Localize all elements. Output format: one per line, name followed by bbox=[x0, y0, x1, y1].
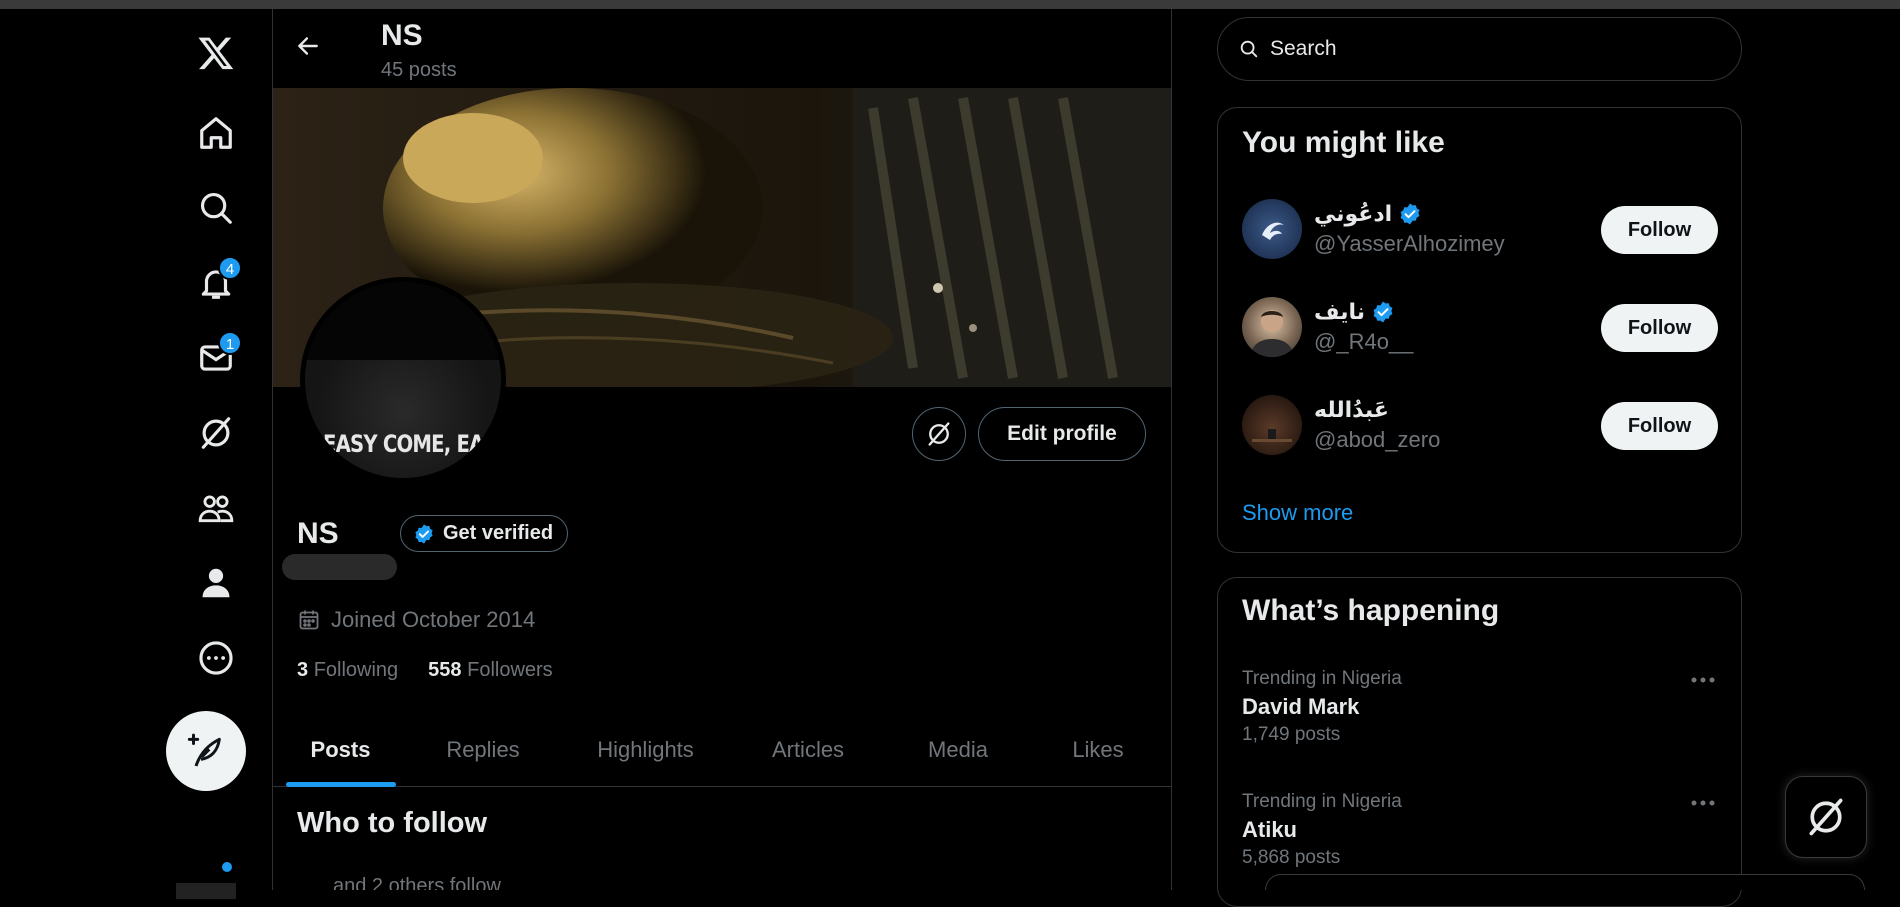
suggestion-name: عَبدُالله bbox=[1314, 397, 1389, 422]
window-top-strip bbox=[0, 0, 1900, 9]
compose-feather-icon bbox=[187, 733, 221, 767]
you-might-like-title: You might like bbox=[1242, 126, 1445, 159]
edit-profile-button[interactable]: Edit profile bbox=[978, 407, 1146, 461]
grok-icon bbox=[928, 422, 950, 446]
get-verified-label: Get verified bbox=[443, 522, 554, 544]
header-profile-name: NS bbox=[381, 19, 423, 52]
more-icon[interactable] bbox=[182, 624, 250, 692]
avatar bbox=[1242, 297, 1302, 357]
avatar-caption: EASY COME, EASY GO bbox=[323, 430, 506, 458]
search-box[interactable] bbox=[1217, 17, 1742, 81]
search-icon bbox=[1240, 40, 1258, 58]
you-might-like-card: You might like ادعُوني @YasserAlhozimey … bbox=[1217, 107, 1742, 553]
compose-post-button[interactable] bbox=[166, 711, 246, 791]
communities-icon[interactable] bbox=[182, 474, 250, 542]
trend-item[interactable]: Trending in Nigeria Atiku 5,868 posts bbox=[1242, 791, 1718, 869]
profile-name: NS bbox=[297, 517, 339, 550]
suggestion-handle: @_R4o__ bbox=[1314, 329, 1414, 354]
messages-drawer-peek[interactable] bbox=[1265, 874, 1865, 890]
profile-icon[interactable] bbox=[182, 549, 250, 617]
search-input[interactable] bbox=[1270, 37, 1710, 61]
avatar bbox=[1242, 395, 1302, 455]
notifications-badge: 4 bbox=[218, 256, 242, 280]
trend-item[interactable]: Trending in Nigeria David Mark 1,749 pos… bbox=[1242, 668, 1718, 746]
profile-avatar[interactable]: EASY COME, EASY GO bbox=[300, 277, 506, 483]
whats-happening-card: What’s happening Trending in Nigeria Dav… bbox=[1217, 577, 1742, 907]
grok-icon bbox=[1809, 798, 1843, 836]
ellipsis-icon bbox=[1691, 677, 1715, 683]
trend-topic: Atiku bbox=[1242, 817, 1297, 842]
trend-topic: David Mark bbox=[1242, 694, 1360, 719]
followers-link[interactable]: 558 Followers bbox=[428, 659, 553, 682]
trend-context: Trending in Nigeria bbox=[1242, 668, 1402, 689]
home-icon[interactable] bbox=[182, 99, 250, 167]
profile-handle-redacted bbox=[282, 554, 397, 580]
followers-label: Followers bbox=[467, 659, 553, 681]
get-verified-button[interactable]: Get verified bbox=[400, 515, 569, 552]
trend-post-count: 5,868 posts bbox=[1242, 847, 1341, 868]
messages-icon[interactable]: 1 bbox=[182, 324, 250, 392]
explore-icon[interactable] bbox=[182, 174, 250, 242]
whats-happening-title: What’s happening bbox=[1242, 594, 1500, 627]
who-to-follow-title: Who to follow bbox=[297, 807, 488, 839]
who-to-follow-peek: and 2 others follow bbox=[333, 875, 501, 890]
suggestion-name: نايف bbox=[1314, 299, 1395, 325]
suggestion-item[interactable]: ادعُوني @YasserAlhozimey Follow bbox=[1242, 199, 1718, 261]
left-navigation: 4 1 bbox=[160, 9, 272, 899]
suggestion-item[interactable]: عَبدُالله @abod_zero Follow bbox=[1242, 395, 1718, 457]
avatar bbox=[1242, 199, 1302, 259]
tab-articles[interactable]: Articles bbox=[733, 712, 883, 787]
account-unread-dot bbox=[222, 862, 232, 872]
follow-button[interactable]: Follow bbox=[1601, 304, 1718, 352]
header-post-count: 45 posts bbox=[381, 59, 457, 81]
suggestion-handle: @abod_zero bbox=[1314, 427, 1441, 452]
trend-more-options-button[interactable] bbox=[1688, 793, 1718, 813]
notifications-icon[interactable]: 4 bbox=[182, 249, 250, 317]
messages-badge: 1 bbox=[218, 331, 242, 355]
active-tab-indicator bbox=[285, 782, 396, 787]
following-count: 3 bbox=[297, 659, 309, 681]
profile-header-bar: NS 45 posts bbox=[273, 9, 1171, 88]
suggestion-name: ادعُوني bbox=[1314, 201, 1422, 227]
tab-likes[interactable]: Likes bbox=[1033, 712, 1163, 787]
following-link[interactable]: 3 Following bbox=[297, 659, 398, 682]
suggestion-item[interactable]: نايف @_R4o__ Follow bbox=[1242, 297, 1718, 359]
profile-tabs: Posts Replies Highlights Articles Media … bbox=[273, 712, 1171, 787]
profile-main-column: NS 45 posts EASY COME, EASY Edit profile… bbox=[272, 9, 1172, 890]
ellipsis-icon bbox=[1691, 800, 1715, 806]
account-switcher[interactable] bbox=[176, 883, 236, 899]
follow-stats: 3 Following 558 Followers bbox=[297, 659, 553, 682]
follow-button[interactable]: Follow bbox=[1601, 206, 1718, 254]
followers-count: 558 bbox=[428, 659, 462, 681]
back-button[interactable] bbox=[287, 25, 329, 67]
follow-button[interactable]: Follow bbox=[1601, 402, 1718, 450]
trend-context: Trending in Nigeria bbox=[1242, 791, 1402, 812]
verified-badge-icon bbox=[415, 523, 433, 544]
trend-post-count: 1,749 posts bbox=[1242, 724, 1341, 745]
grok-icon[interactable] bbox=[182, 399, 250, 467]
back-arrow-icon bbox=[298, 37, 318, 55]
joined-date: Joined October 2014 bbox=[297, 607, 535, 633]
x-logo-icon[interactable] bbox=[182, 19, 250, 87]
verified-badge-icon bbox=[1400, 203, 1420, 225]
verified-badge-icon bbox=[1373, 301, 1393, 323]
tab-replies[interactable]: Replies bbox=[408, 712, 558, 787]
tab-posts[interactable]: Posts bbox=[273, 712, 408, 787]
show-more-link[interactable]: Show more bbox=[1242, 500, 1353, 526]
suggestion-handle: @YasserAlhozimey bbox=[1314, 231, 1505, 256]
calendar-icon bbox=[299, 610, 319, 630]
joined-label: Joined October 2014 bbox=[331, 607, 536, 632]
tab-media[interactable]: Media bbox=[883, 712, 1033, 787]
following-label: Following bbox=[313, 659, 399, 681]
grok-floating-button[interactable] bbox=[1785, 776, 1867, 858]
grok-analyze-button[interactable] bbox=[912, 407, 966, 461]
tab-highlights[interactable]: Highlights bbox=[558, 712, 733, 787]
trend-more-options-button[interactable] bbox=[1688, 670, 1718, 690]
